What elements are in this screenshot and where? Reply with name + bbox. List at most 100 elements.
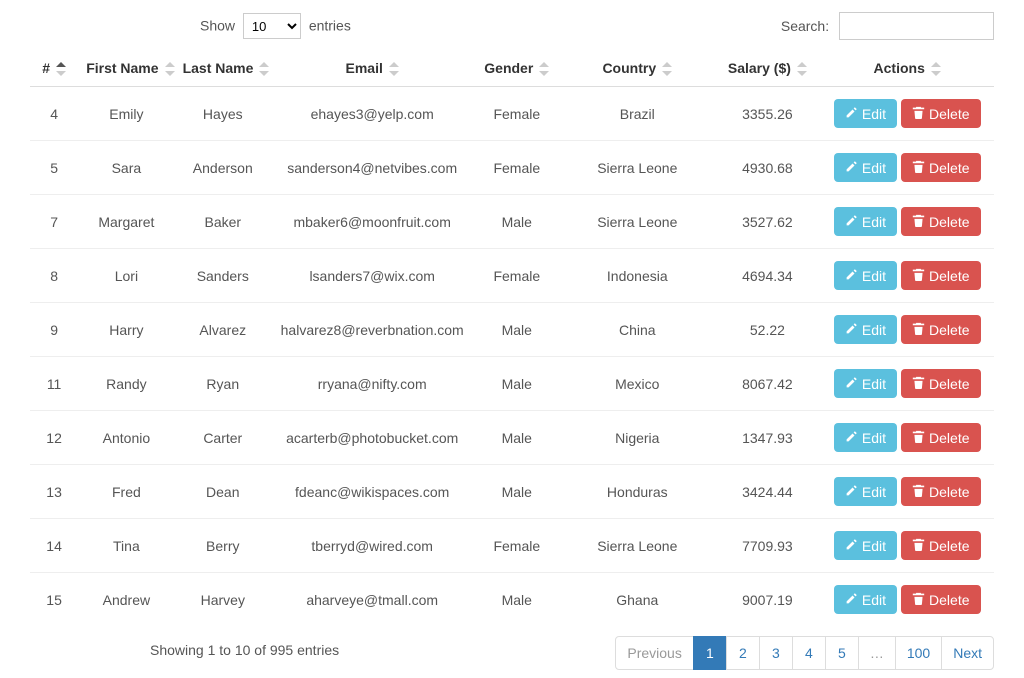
sort-icon: [931, 62, 941, 76]
cell-email: acarterb@photobucket.com: [271, 411, 473, 465]
cell-gender: Male: [473, 195, 560, 249]
cell-email: mbaker6@moonfruit.com: [271, 195, 473, 249]
delete-button[interactable]: Delete: [901, 477, 980, 506]
cell-firstname: Andrew: [78, 573, 174, 627]
page-number[interactable]: 100: [895, 636, 942, 670]
page-number[interactable]: 4: [792, 636, 826, 670]
edit-icon: [845, 322, 858, 337]
delete-button[interactable]: Delete: [901, 315, 980, 344]
cell-actions: Edit Delete: [820, 519, 994, 573]
delete-label: Delete: [929, 539, 969, 553]
cell-actions: EditDelete: [820, 195, 994, 249]
delete-button[interactable]: Delete: [901, 99, 980, 128]
col-header-gender[interactable]: Gender: [473, 50, 560, 87]
cell-salary: 9007.19: [714, 573, 820, 627]
page-number[interactable]: 1: [693, 636, 727, 670]
delete-button[interactable]: Delete: [901, 423, 980, 452]
cell-lastname: Harvey: [175, 573, 271, 627]
cell-salary: 3355.26: [714, 87, 820, 141]
delete-button[interactable]: Delete: [901, 261, 980, 290]
table-row: 11RandyRyanrryana@nifty.comMaleMexico806…: [30, 357, 994, 411]
edit-button[interactable]: Edit: [834, 261, 897, 290]
sort-icon: [662, 62, 672, 76]
edit-button[interactable]: Edit: [834, 99, 897, 128]
delete-label: Delete: [929, 107, 969, 121]
cell-num: 11: [30, 357, 78, 411]
sort-icon: [539, 62, 549, 76]
trash-icon: [912, 484, 925, 499]
delete-button[interactable]: Delete: [901, 585, 980, 614]
cell-country: Ghana: [560, 573, 714, 627]
cell-salary: 52.22: [714, 303, 820, 357]
edit-label: Edit: [862, 431, 886, 445]
cell-lastname: Ryan: [175, 357, 271, 411]
col-header-email[interactable]: Email: [271, 50, 473, 87]
cell-email: tberryd@wired.com: [271, 519, 473, 573]
page-prev[interactable]: Previous: [615, 636, 693, 670]
cell-salary: 7709.93: [714, 519, 820, 573]
delete-button[interactable]: Delete: [901, 369, 980, 398]
delete-label: Delete: [929, 377, 969, 391]
col-header-lastname[interactable]: Last Name: [175, 50, 271, 87]
table-row: 12AntonioCarteracarterb@photobucket.comM…: [30, 411, 994, 465]
col-header-country[interactable]: Country: [560, 50, 714, 87]
cell-gender: Male: [473, 465, 560, 519]
edit-button[interactable]: Edit: [834, 531, 897, 560]
search-input[interactable]: [839, 12, 994, 40]
delete-button[interactable]: Delete: [901, 153, 980, 182]
cell-lastname: Berry: [175, 519, 271, 573]
cell-lastname: Sanders: [175, 249, 271, 303]
cell-gender: Male: [473, 357, 560, 411]
edit-button[interactable]: Edit: [834, 423, 897, 452]
page-number[interactable]: 3: [759, 636, 793, 670]
cell-gender: Female: [473, 519, 560, 573]
edit-icon: [845, 268, 858, 283]
cell-email: aharveye@tmall.com: [271, 573, 473, 627]
edit-button[interactable]: Edit: [834, 477, 897, 506]
delete-button[interactable]: Delete: [901, 531, 980, 560]
edit-button[interactable]: Edit: [834, 153, 897, 182]
delete-button[interactable]: Delete: [901, 207, 980, 236]
table-row: 5SaraAndersonsanderson4@netvibes.comFema…: [30, 141, 994, 195]
edit-button[interactable]: Edit: [834, 315, 897, 344]
cell-email: rryana@nifty.com: [271, 357, 473, 411]
cell-salary: 3424.44: [714, 465, 820, 519]
cell-actions: EditDelete: [820, 573, 994, 627]
edit-label: Edit: [862, 485, 886, 499]
cell-num: 15: [30, 573, 78, 627]
col-header-actions[interactable]: Actions: [820, 50, 994, 87]
delete-label: Delete: [929, 323, 969, 337]
cell-num: 8: [30, 249, 78, 303]
delete-label: Delete: [929, 485, 969, 499]
cell-country: Sierra Leone: [560, 195, 714, 249]
cell-country: Indonesia: [560, 249, 714, 303]
edit-button[interactable]: Edit: [834, 585, 897, 614]
edit-button[interactable]: Edit: [834, 369, 897, 398]
table-row: 13FredDeanfdeanc@wikispaces.comMaleHondu…: [30, 465, 994, 519]
cell-gender: Male: [473, 573, 560, 627]
table-row: 9HarryAlvarezhalvarez8@reverbnation.comM…: [30, 303, 994, 357]
edit-icon: [845, 160, 858, 175]
edit-label: Edit: [862, 539, 886, 553]
table-row: 14TinaBerrytberryd@wired.comFemaleSierra…: [30, 519, 994, 573]
col-header-num[interactable]: #: [30, 50, 78, 87]
page-next[interactable]: Next: [941, 636, 994, 670]
length-prefix: Show: [200, 18, 235, 34]
cell-country: Brazil: [560, 87, 714, 141]
table-info: Showing 1 to 10 of 995 entries: [150, 636, 339, 658]
cell-actions: Edit Delete: [820, 303, 994, 357]
cell-actions: Edit Delete: [820, 357, 994, 411]
cell-num: 14: [30, 519, 78, 573]
edit-icon: [845, 538, 858, 553]
length-select[interactable]: 10: [243, 13, 301, 39]
cell-num: 7: [30, 195, 78, 249]
edit-button[interactable]: Edit: [834, 207, 897, 236]
cell-country: Sierra Leone: [560, 519, 714, 573]
trash-icon: [912, 160, 925, 175]
cell-lastname: Anderson: [175, 141, 271, 195]
page-number[interactable]: 2: [726, 636, 760, 670]
page-number[interactable]: 5: [825, 636, 859, 670]
col-header-salary[interactable]: Salary ($): [714, 50, 820, 87]
col-header-firstname[interactable]: First Name: [78, 50, 174, 87]
edit-icon: [845, 376, 858, 391]
